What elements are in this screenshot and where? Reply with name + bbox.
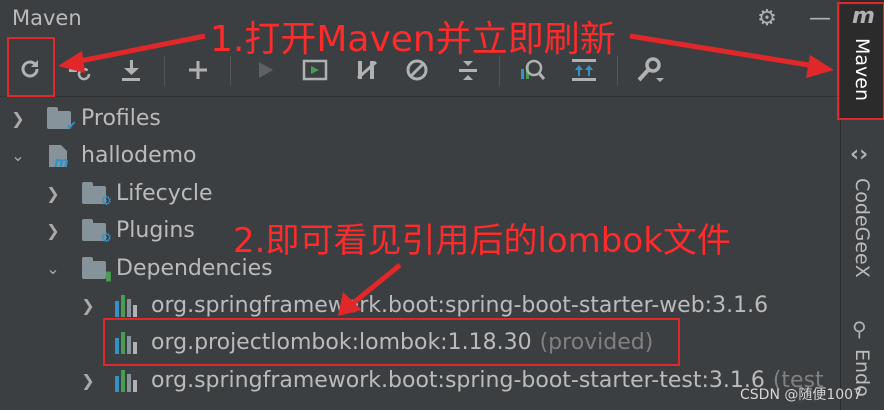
annotation-step-2: 2.即可看见引用后的lombok文件 xyxy=(233,221,731,261)
watermark: CSDN @随便1007 xyxy=(740,387,862,403)
annotation-step-1: 1.打开Maven并立即刷新 xyxy=(210,19,616,60)
